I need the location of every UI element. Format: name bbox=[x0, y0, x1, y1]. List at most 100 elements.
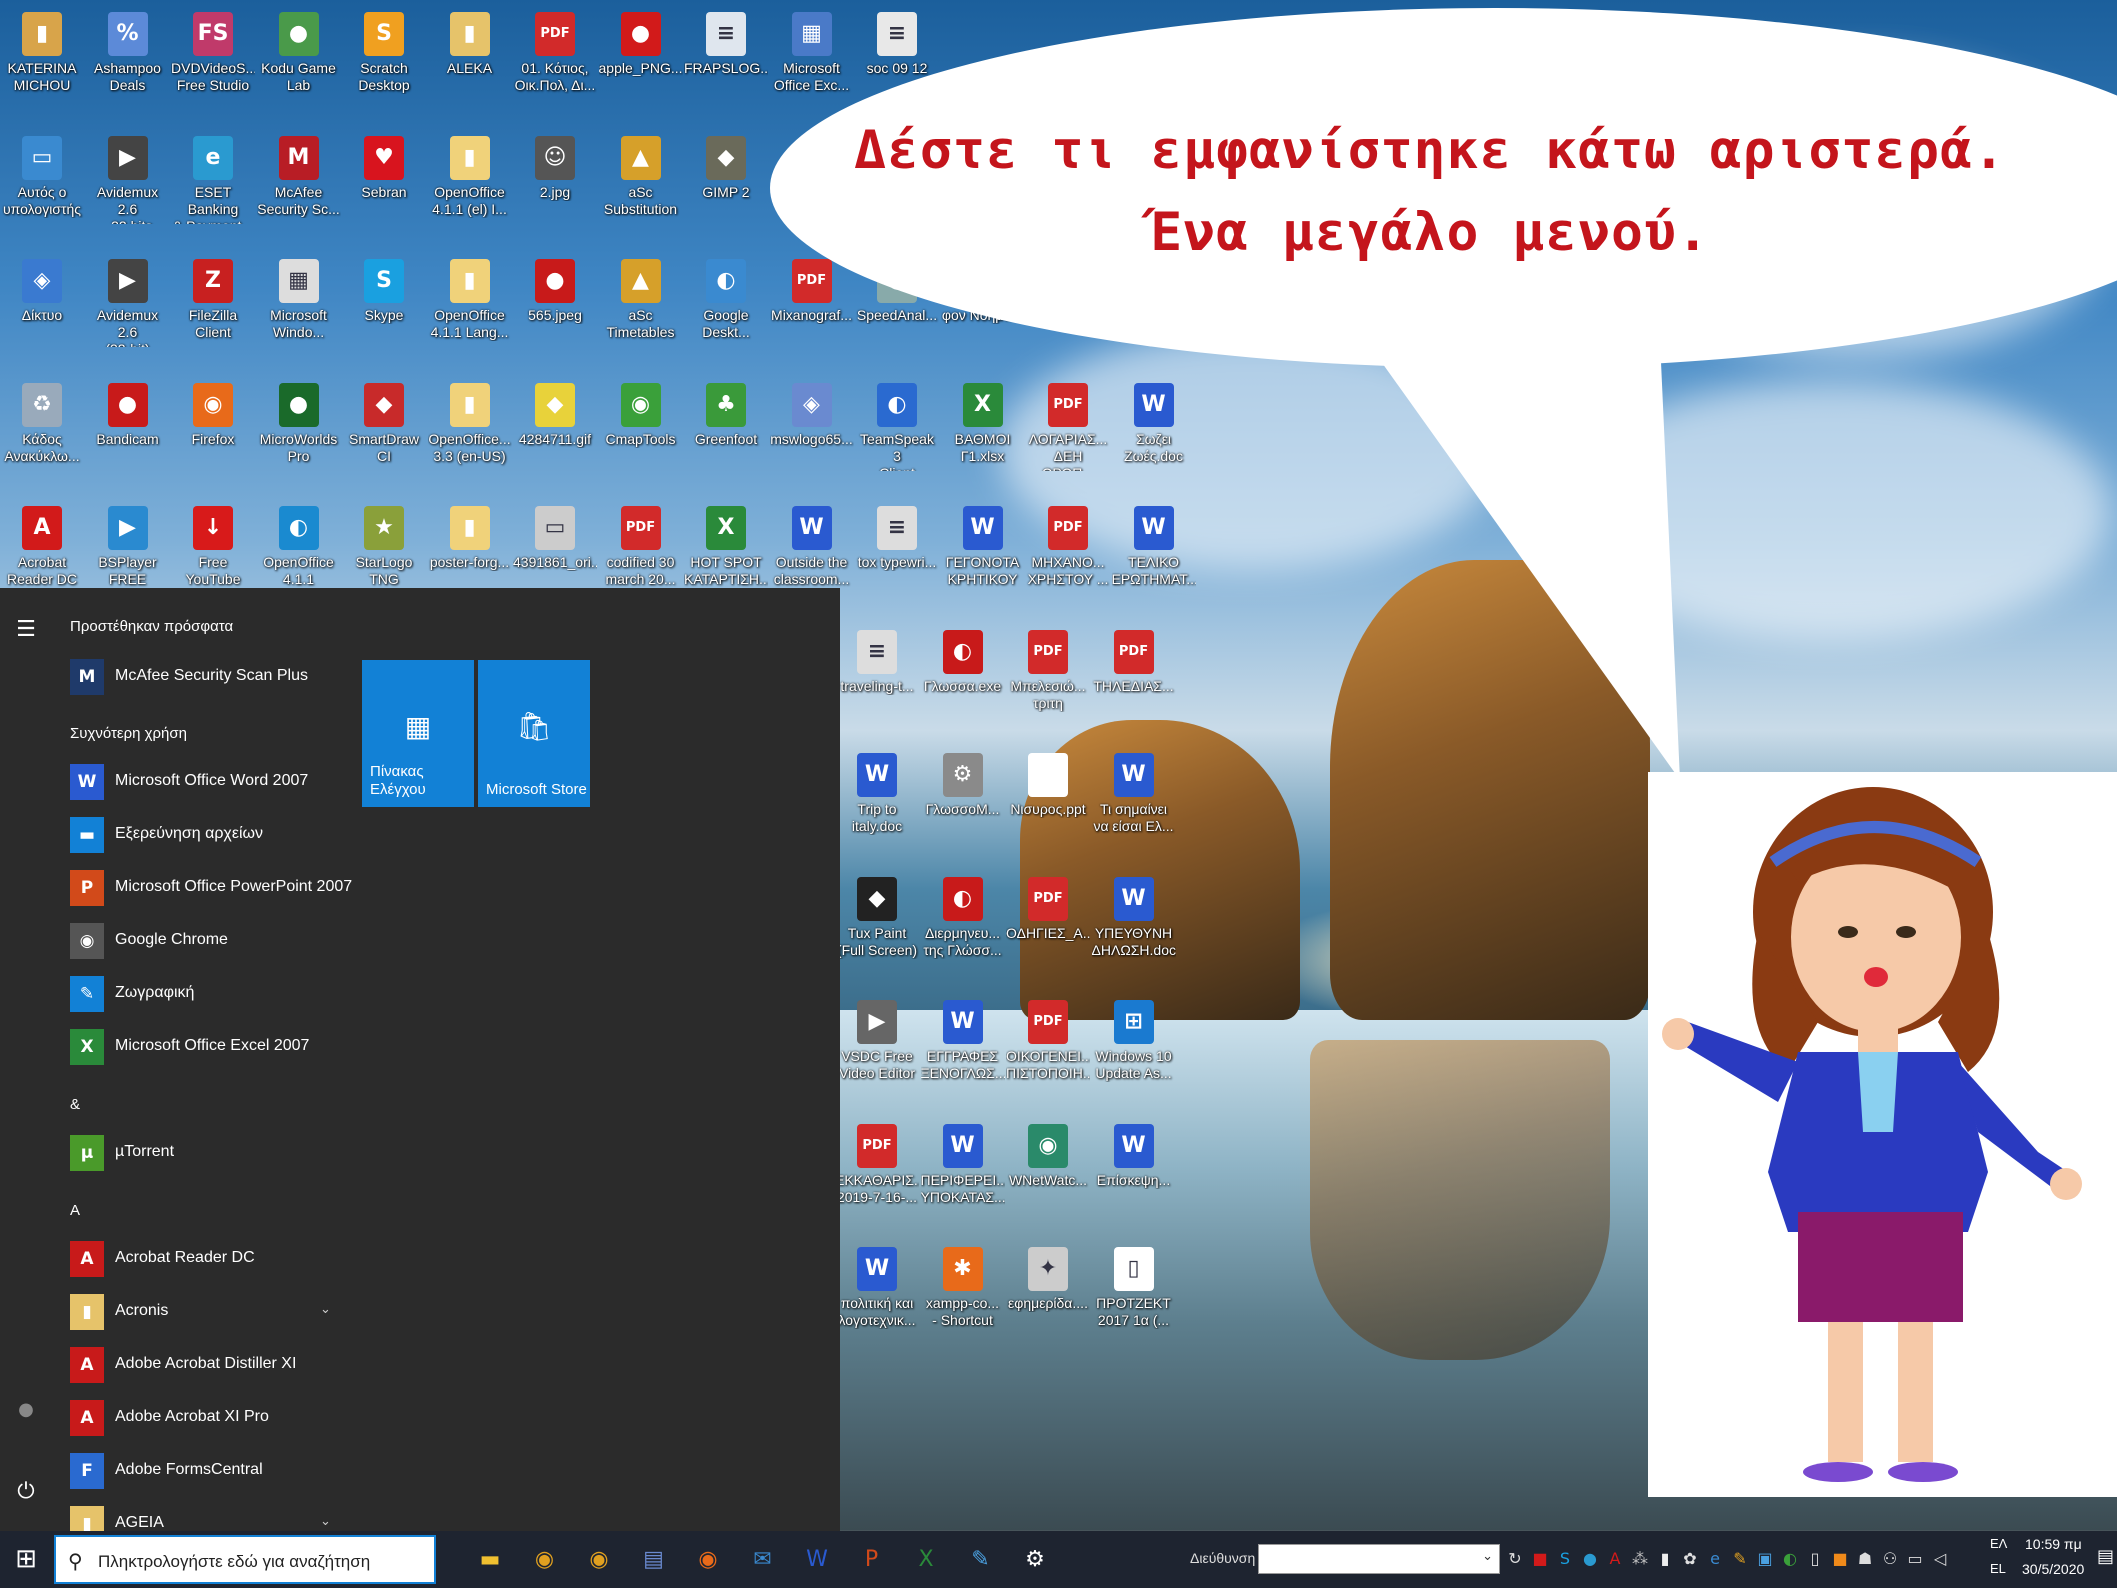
desktop-icon[interactable]: ◆ SmartDraw CI bbox=[342, 379, 426, 497]
desktop-icon[interactable]: ✦ εφημερίδα.... bbox=[1006, 1243, 1090, 1361]
desktop-icon[interactable]: ◆ Tux Paint (Full Screen) bbox=[835, 873, 919, 991]
desktop-icon[interactable]: M McAfee Security Sc... bbox=[257, 132, 341, 250]
chevron-down-icon[interactable]: ⌄ bbox=[320, 1514, 331, 1529]
desktop-icon[interactable]: PDF ΜΗΧΑΝΟ... ΧΡΗΣΤΟΥ ... bbox=[1026, 502, 1110, 620]
desktop-icon[interactable]: ▶Avidemux 2.6 - 32 bits (32... bbox=[86, 132, 170, 250]
desktop-icon[interactable]: W ΕΓΓΡΑΦΕΣ ΞΕΝΟΓΛΩΣ... bbox=[921, 996, 1005, 1114]
clock-time[interactable]: 10:59 πμ bbox=[2025, 1536, 2082, 1552]
start-app-most-used-3[interactable]: ◉ Google Chrome bbox=[70, 921, 340, 961]
mail-icon[interactable]: ✉ bbox=[743, 1541, 783, 1579]
desktop-icon[interactable]: ◐ Google Deskt... bbox=[684, 255, 768, 373]
power-icon[interactable]: ⏻ bbox=[10, 1476, 42, 1508]
acrobat-tray-icon[interactable]: A bbox=[1605, 1547, 1625, 1571]
start-app-a-0[interactable]: A Acrobat Reader DC bbox=[70, 1239, 340, 1279]
desktop-icon[interactable]: PDF 01. Κότιος, Οικ.Πολ, Δι... bbox=[513, 8, 597, 126]
desktop-icon[interactable]: PDF ΕΚΚΑΘΑΡΙΣ... 2019-7-16-... bbox=[835, 1120, 919, 1238]
tile-control-panel[interactable]: ▦ Πίνακας Ελέγχου bbox=[362, 660, 474, 807]
desktop-icon[interactable]: FS DVDVideoS... Free Studio bbox=[171, 8, 255, 126]
people-tray-icon[interactable]: ⚇ bbox=[1880, 1547, 1900, 1571]
desktop-icon[interactable]: eESET Banking & Payment... bbox=[171, 132, 255, 250]
desktop-icon[interactable]: ◉ WNetWatc... bbox=[1006, 1120, 1090, 1238]
cmap-tray-icon[interactable]: ✿ bbox=[1680, 1547, 1700, 1571]
desktop-icon[interactable]: ◐ Διερμηνευ... της Γλώσσ... bbox=[921, 873, 1005, 991]
desktop-icon[interactable]: W Trip to italy.doc bbox=[835, 749, 919, 867]
desktop-icon[interactable]: ◉ CmapTools bbox=[599, 379, 683, 497]
chrome-icon[interactable]: ◉ bbox=[579, 1541, 619, 1579]
desktop-icon[interactable]: ☺ 2.jpg bbox=[513, 132, 597, 250]
desktop-icon[interactable]: ✱ xampp-co... - Shortcut bbox=[921, 1243, 1005, 1361]
user-account-icon[interactable]: ● bbox=[10, 1394, 42, 1426]
desktop-icon[interactable]: ▭ Αυτός ο υπολογιστής bbox=[0, 132, 84, 250]
language-indicator-bottom[interactable]: EL bbox=[1990, 1561, 2006, 1576]
desktop-icon[interactable]: ♣ Greenfoot bbox=[684, 379, 768, 497]
volume-icon[interactable]: ◁ bbox=[1930, 1547, 1950, 1571]
desktop-icon[interactable]: ▶Avidemux 2.6 (32-bit) bbox=[86, 255, 170, 373]
desktop-icon[interactable]: PDF ΤΗΛΕΔΙΑΣ... bbox=[1092, 626, 1176, 744]
desktop-icon[interactable]: ◐ Γλωσσα.exe bbox=[921, 626, 1005, 744]
start-app-a-4[interactable]: F Adobe FormsCentral bbox=[70, 1451, 340, 1491]
language-indicator-top[interactable]: ΕΛ bbox=[1990, 1536, 2007, 1551]
start-app-utorrent[interactable]: µ µTorrent bbox=[70, 1133, 340, 1173]
desktop-icon[interactable]: ◈ Δίκτυο bbox=[0, 255, 84, 373]
chrome-icon[interactable]: ◉ bbox=[525, 1541, 565, 1579]
display-tray-icon[interactable]: ▭ bbox=[1905, 1547, 1925, 1571]
desktop-icon[interactable]: W Σωζει Ζωές.doc bbox=[1112, 379, 1196, 497]
desktop-icon[interactable]: ♻ Κάδος Ανακύκλω... bbox=[0, 379, 84, 497]
installer-icon[interactable]: ▤ bbox=[634, 1541, 674, 1579]
desktop-icon[interactable]: PDF ΟΙΚΟΓΕΝΕΙ... ΠΙΣΤΟΠΟΙΗ... bbox=[1006, 996, 1090, 1114]
desktop-icon[interactable]: ◈ mswlogo65... bbox=[770, 379, 854, 497]
desktop-icon[interactable]: PDF ΟΔΗΓΙΕΣ_Α... bbox=[1006, 873, 1090, 991]
eset-tray-icon[interactable]: ● bbox=[1580, 1547, 1600, 1571]
desktop-icon[interactable]: X ΒΑΘΜΟΙ Γ1.xlsx bbox=[941, 379, 1025, 497]
desktop-icon[interactable]: ▮ ALEKA bbox=[428, 8, 512, 126]
network-tray-icon[interactable]: ⁂ bbox=[1630, 1547, 1650, 1571]
start-app-a-3[interactable]: A Adobe Acrobat XI Pro bbox=[70, 1398, 340, 1438]
desktop-icon[interactable]: S Scratch Desktop bbox=[342, 8, 426, 126]
desktop-icon[interactable]: ▮ OpenOffice 4.1.1 Lang... bbox=[428, 255, 512, 373]
firefox-icon[interactable]: ◉ bbox=[688, 1541, 728, 1579]
desktop-icon[interactable]: ● 565.jpeg bbox=[513, 255, 597, 373]
file-explorer-icon[interactable]: ▬ bbox=[470, 1541, 510, 1579]
desktop-icon[interactable]: ◉ Firefox bbox=[171, 379, 255, 497]
start-app-a-2[interactable]: A Adobe Acrobat Distiller XI bbox=[70, 1345, 340, 1385]
chevron-down-icon[interactable]: ⌄ bbox=[320, 1302, 331, 1317]
desktop-icon[interactable]: ● Kodu Game Lab bbox=[257, 8, 341, 126]
desktop-icon[interactable]: Wπολιτική και λογοτεχνικ... bbox=[835, 1243, 919, 1361]
desktop-icon[interactable]: ◆ GIMP 2 bbox=[684, 132, 768, 250]
desktop-icon[interactable]: ≡ tox typewri... bbox=[855, 502, 939, 620]
sync-tray-icon[interactable]: ☗ bbox=[1855, 1547, 1875, 1571]
desktop-icon[interactable]: ≡ traveling-t... bbox=[835, 626, 919, 744]
powerpoint-icon[interactable]: P bbox=[852, 1541, 892, 1579]
desktop-icon[interactable]: ▲ aSc Timetables bbox=[599, 255, 683, 373]
desktop-icon[interactable]: W ΤΕΛΙΚΟ ΕΡΩΤΗΜΑΤ... bbox=[1112, 502, 1196, 620]
desktop-icon[interactable]: S Skype bbox=[342, 255, 426, 373]
desktop-icon[interactable]: ≡ FRAPSLOG... bbox=[684, 8, 768, 126]
windows-start-button[interactable]: ⊞ bbox=[10, 1543, 42, 1575]
desktop-icon[interactable]: ⚙ ΓλωσσοΜ... bbox=[921, 749, 1005, 867]
start-app-most-used-4[interactable]: ✎ Ζωγραφική bbox=[70, 974, 340, 1014]
orange-tray-icon[interactable]: ■ bbox=[1830, 1547, 1850, 1571]
desktop-icon[interactable]: ▯ ΠΡΟΤΖΕΚΤ 2017 1α (... bbox=[1092, 1243, 1176, 1361]
desktop-icon[interactable]: ◐TeamSpeak 3 Client bbox=[855, 379, 939, 497]
desktop-icon[interactable]: Νισυρος.ppt bbox=[1006, 749, 1090, 867]
desktop-icon[interactable]: ▮ KATERINA MICHOU bbox=[0, 8, 84, 126]
address-toolbar-input[interactable]: ⌄ bbox=[1258, 1544, 1500, 1574]
start-app-mcafee[interactable]: M McAfee Security Scan Plus bbox=[70, 657, 340, 697]
notification-center-icon[interactable]: ▤ bbox=[2097, 1546, 2114, 1567]
desktop-icon[interactable]: ♥ Sebran bbox=[342, 132, 426, 250]
desktop-icon[interactable]: ▮OpenOffice... 3.3 (en-US) ... bbox=[428, 379, 512, 497]
file-tray-icon[interactable]: ▯ bbox=[1805, 1547, 1825, 1571]
start-app-most-used-1[interactable]: ▬ Εξερεύνηση αρχείων bbox=[70, 815, 340, 855]
paint-tray-icon[interactable]: ✎ bbox=[1730, 1547, 1750, 1571]
settings-icon[interactable]: ⚙ bbox=[1015, 1541, 1055, 1579]
desktop-icon[interactable]: ● apple_PNG... bbox=[599, 8, 683, 126]
start-app-most-used-2[interactable]: P Microsoft Office PowerPoint 2007 bbox=[70, 868, 352, 908]
google-tray-icon[interactable]: ◐ bbox=[1780, 1547, 1800, 1571]
desktop-icon[interactable]: W Επίσκεψη... bbox=[1092, 1120, 1176, 1238]
microphone-icon[interactable]: ▮ bbox=[1655, 1547, 1675, 1571]
desktop-icon[interactable]: PDF Μπελεσιώ... τριτη bbox=[1006, 626, 1090, 744]
desktop-icon[interactable]: ◆ 4284711.gif bbox=[513, 379, 597, 497]
taskbar-search-box[interactable]: ⚲ Πληκτρολογήστε εδώ για αναζήτηση bbox=[54, 1535, 436, 1584]
desktop-icon[interactable]: ● Bandicam bbox=[86, 379, 170, 497]
start-app-a-1[interactable]: ▮ Acronis ⌄ bbox=[70, 1292, 340, 1332]
